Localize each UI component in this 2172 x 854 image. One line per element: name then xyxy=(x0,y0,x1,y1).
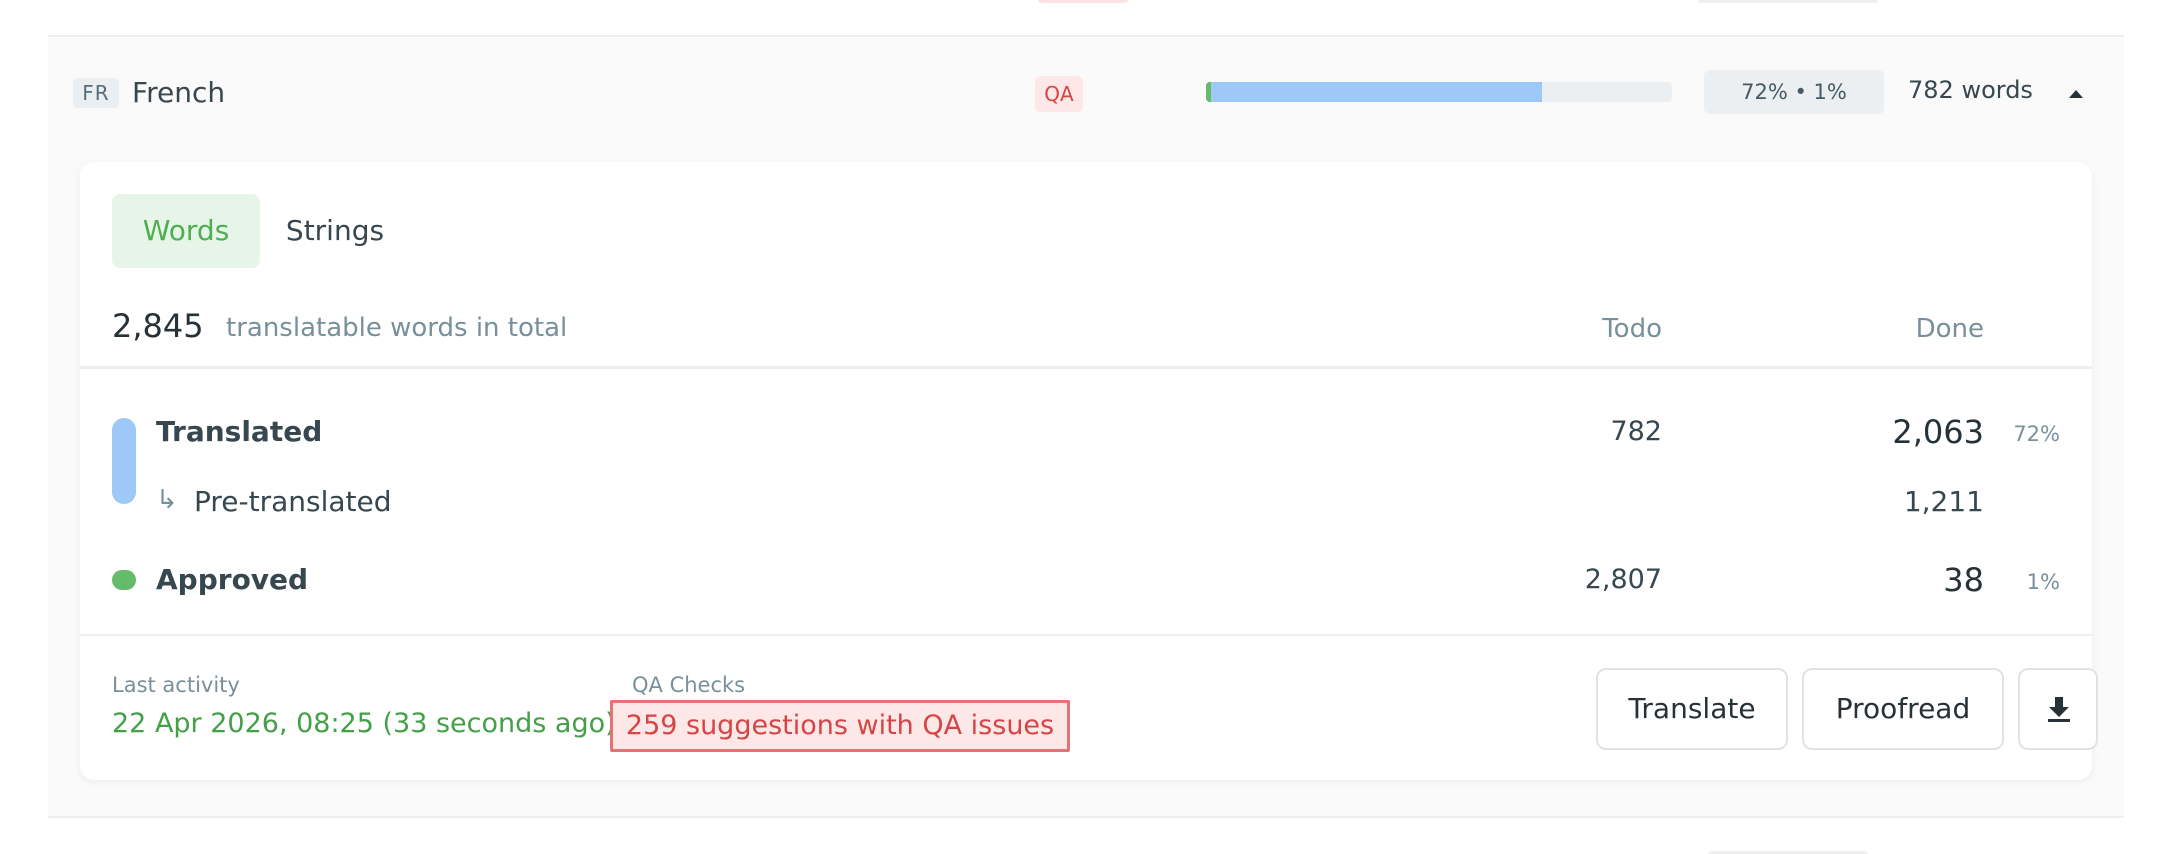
proofread-button[interactable]: Proofread xyxy=(1802,668,2004,750)
language-row-french: FR French QA 72% • 1% 782 words Words St… xyxy=(48,38,2124,816)
language-row-header[interactable]: FR French QA 72% • 1% 782 words xyxy=(48,38,2124,148)
next-language-row-divider xyxy=(48,816,2124,818)
total-words-count: 2,845 xyxy=(112,307,204,345)
previous-language-row xyxy=(48,0,2124,37)
translated-done: 2,063 xyxy=(1892,413,1984,451)
language-code-badge: FR xyxy=(73,78,119,108)
column-header-todo: Todo xyxy=(1602,314,1662,344)
translated-percent: 72% xyxy=(2013,422,2060,446)
translated-label: Translated xyxy=(156,415,323,448)
translate-button[interactable]: Translate xyxy=(1596,668,1788,750)
progress-translated-fill xyxy=(1206,82,1542,102)
translated-color-marker xyxy=(112,418,136,504)
progress-percent-pill: 72% • 1% xyxy=(1704,70,1884,114)
approved-label: Approved xyxy=(156,563,309,596)
language-details-card: Words Strings 2,845 translatable words i… xyxy=(80,162,2098,780)
progress-bar xyxy=(1206,82,1672,102)
approved-todo: 2,807 xyxy=(1584,564,1662,595)
last-activity-value: 22 Apr 2026, 08:25 (33 seconds ago) xyxy=(112,708,616,739)
approved-done: 38 xyxy=(1943,561,1984,599)
pretranslated-label: Pre-translated xyxy=(194,485,392,518)
words-remaining: 782 words xyxy=(1908,76,2033,104)
qa-checks-label: QA Checks xyxy=(632,673,746,697)
header-divider xyxy=(80,366,2092,369)
last-activity-label: Last activity xyxy=(112,673,240,697)
translated-todo: 782 xyxy=(1610,416,1662,447)
language-name[interactable]: French xyxy=(132,74,225,112)
download-icon xyxy=(2048,697,2070,722)
qa-badge[interactable]: QA xyxy=(1035,76,1083,112)
footer-divider xyxy=(80,634,2092,636)
tab-words[interactable]: Words xyxy=(112,194,260,268)
approved-color-marker xyxy=(112,570,136,590)
qa-issues-link[interactable]: 259 suggestions with QA issues xyxy=(610,700,1070,752)
column-header-done: Done xyxy=(1915,314,1984,344)
pretranslated-done: 1,211 xyxy=(1903,485,1984,518)
language-list: FR French QA 72% • 1% 782 words Words St… xyxy=(48,0,2124,854)
total-words-label: translatable words in total xyxy=(226,313,568,343)
sub-row-arrow-icon: ↳ xyxy=(156,485,178,515)
chevron-up-icon[interactable] xyxy=(2064,82,2088,106)
tab-strings[interactable]: Strings xyxy=(270,194,400,268)
approved-percent: 1% xyxy=(2026,570,2060,594)
download-button[interactable] xyxy=(2018,668,2098,750)
progress-approved-fill xyxy=(1206,82,1211,102)
previous-qa-badge-edge xyxy=(1038,0,1128,3)
previous-percent-pill-edge xyxy=(1698,0,1878,3)
